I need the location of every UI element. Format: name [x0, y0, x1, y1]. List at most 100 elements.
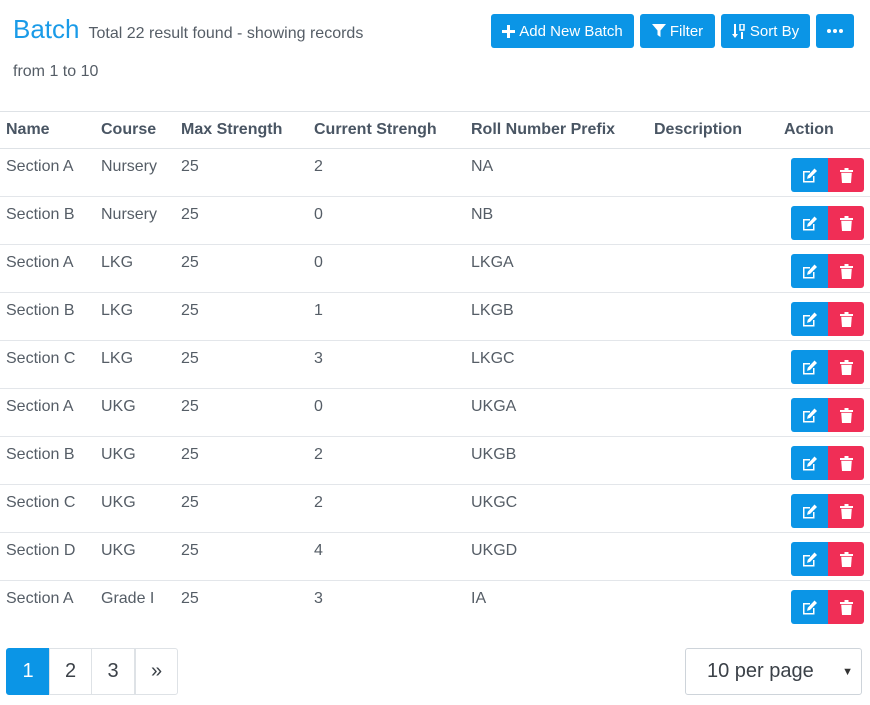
- edit-button[interactable]: [791, 542, 828, 576]
- table-row: Section B Nursery 25 0 NB: [0, 196, 870, 245]
- more-options-button[interactable]: [816, 14, 854, 48]
- column-header-action: Action: [778, 111, 870, 149]
- cell-current-strength: 2: [308, 148, 465, 197]
- cell-course: UKG: [95, 532, 175, 581]
- cell-actions: [778, 148, 870, 197]
- trash-icon: [839, 263, 853, 279]
- cell-current-strength: 0: [308, 388, 465, 437]
- edit-button[interactable]: [791, 494, 828, 528]
- row-actions: [784, 542, 864, 576]
- edit-button[interactable]: [791, 446, 828, 480]
- cell-course: Nursery: [95, 148, 175, 197]
- sort-by-button[interactable]: Sort By: [721, 14, 810, 48]
- delete-button[interactable]: [828, 590, 864, 624]
- delete-button[interactable]: [828, 398, 864, 432]
- cell-course: LKG: [95, 340, 175, 389]
- per-page-select[interactable]: 10 per page ▼: [685, 648, 862, 695]
- table-header-row: Name Course Max Strength Current Strengh…: [0, 111, 870, 149]
- delete-button[interactable]: [828, 158, 864, 192]
- edit-icon: [802, 504, 817, 518]
- page-1-button[interactable]: 1: [6, 648, 50, 695]
- table-row: Section B LKG 25 1 LKGB: [0, 292, 870, 341]
- cell-description: [648, 484, 778, 533]
- edit-icon: [802, 264, 817, 278]
- filter-button[interactable]: Filter: [640, 14, 715, 48]
- cell-description: [648, 244, 778, 293]
- delete-button[interactable]: [828, 302, 864, 336]
- cell-description: [648, 581, 778, 629]
- cell-roll-prefix: LKGB: [465, 292, 648, 341]
- column-header-course: Course: [95, 111, 175, 149]
- pagination: 1 2 3 »: [6, 648, 178, 695]
- delete-button[interactable]: [828, 542, 864, 576]
- row-actions: [784, 350, 864, 384]
- batch-table: Name Course Max Strength Current Strengh…: [0, 111, 870, 629]
- page-3-button[interactable]: 3: [91, 648, 135, 695]
- cell-name: Section D: [0, 532, 95, 581]
- next-page-button[interactable]: »: [135, 648, 178, 695]
- table-row: Section B UKG 25 2 UKGB: [0, 436, 870, 485]
- edit-icon: [802, 360, 817, 374]
- cell-current-strength: 3: [308, 340, 465, 389]
- cell-name: Section A: [0, 244, 95, 293]
- cell-max-strength: 25: [175, 292, 308, 341]
- table-row: Section C LKG 25 3 LKGC: [0, 340, 870, 389]
- cell-actions: [778, 581, 870, 629]
- edit-button[interactable]: [791, 254, 828, 288]
- cell-current-strength: 4: [308, 532, 465, 581]
- cell-max-strength: 25: [175, 388, 308, 437]
- cell-course: Grade I: [101, 590, 155, 607]
- column-header-current-strength: Current Strengh: [308, 111, 465, 149]
- cell-course: UKG: [95, 388, 175, 437]
- title-line: Batch Total 22 result found - showing re…: [13, 14, 483, 45]
- trash-icon: [839, 455, 853, 471]
- cell-max-strength: 25: [175, 148, 308, 197]
- trash-icon: [839, 551, 853, 567]
- edit-button[interactable]: [791, 302, 828, 336]
- result-summary: Total 22 result found - showing records: [88, 25, 364, 42]
- trash-icon: [839, 311, 853, 327]
- cell-roll-prefix: LKGC: [465, 340, 648, 389]
- edit-button[interactable]: [791, 158, 828, 192]
- cell-roll-prefix: UKGB: [465, 436, 648, 485]
- row-actions: [784, 206, 864, 240]
- funnel-icon: [651, 24, 666, 37]
- delete-button[interactable]: [828, 350, 864, 384]
- table-row: Section D UKG 25 4 UKGD: [0, 532, 870, 581]
- cell-roll-prefix: NA: [465, 148, 648, 197]
- trash-icon: [839, 407, 853, 423]
- trash-icon: [839, 167, 853, 183]
- cell-max-strength: 25: [175, 484, 308, 533]
- cell-roll-prefix: IA: [471, 590, 487, 607]
- cell-max-strength: 25: [175, 532, 308, 581]
- cell-description: [648, 388, 778, 437]
- cell-actions: [778, 532, 870, 581]
- trash-icon: [839, 359, 853, 375]
- trash-icon: [839, 599, 853, 615]
- cell-actions: [778, 436, 870, 485]
- cell-course: Nursery: [95, 196, 175, 245]
- ellipsis-icon: [827, 29, 843, 33]
- edit-button[interactable]: [791, 206, 828, 240]
- page-title: Batch: [13, 14, 80, 44]
- column-header-description: Description: [648, 111, 778, 149]
- edit-button[interactable]: [791, 350, 828, 384]
- delete-button[interactable]: [828, 206, 864, 240]
- trash-icon: [839, 503, 853, 519]
- delete-button[interactable]: [828, 446, 864, 480]
- column-header-max-strength: Max Strength: [175, 111, 308, 149]
- delete-button[interactable]: [828, 254, 864, 288]
- edit-button[interactable]: [791, 398, 828, 432]
- delete-button[interactable]: [828, 494, 864, 528]
- row-actions: [784, 494, 864, 528]
- toolbar: Add New Batch Filter Sort By: [491, 14, 854, 48]
- cell-actions: [778, 244, 870, 293]
- page-2-button[interactable]: 2: [49, 648, 92, 695]
- cell-name: Section B: [0, 292, 95, 341]
- edit-button[interactable]: [791, 590, 828, 624]
- cell-name: Section B: [0, 436, 95, 485]
- cell-name: Section C: [0, 484, 95, 533]
- add-new-batch-button[interactable]: Add New Batch: [491, 14, 634, 48]
- cell-max-strength: 25: [181, 590, 199, 607]
- cell-roll-prefix: UKGC: [465, 484, 648, 533]
